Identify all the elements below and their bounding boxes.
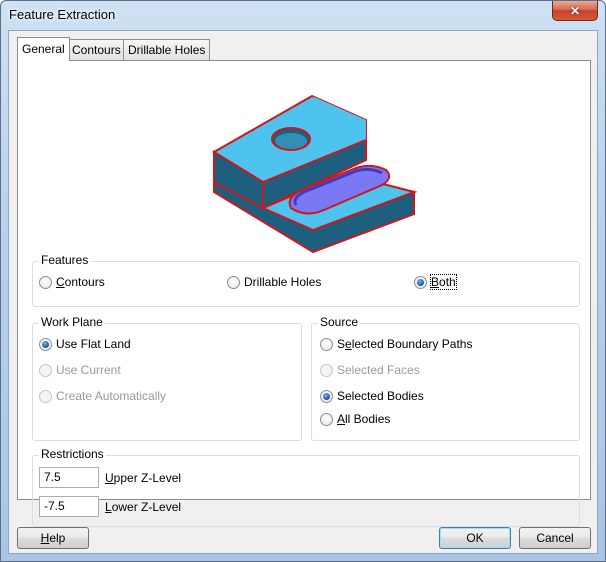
radio-selected-faces[interactable]: Selected Faces bbox=[320, 363, 420, 377]
tab-contours[interactable]: Contours bbox=[67, 39, 126, 60]
radio-indicator[interactable] bbox=[320, 389, 333, 403]
radio-create-automatically[interactable]: Create Automatically bbox=[39, 389, 166, 403]
radio-indicator[interactable] bbox=[39, 389, 52, 403]
radio-label: Drillable Holes bbox=[244, 275, 322, 289]
window-title: Feature Extraction bbox=[9, 7, 116, 22]
radio-indicator[interactable] bbox=[320, 363, 333, 377]
close-button[interactable]: ✕ bbox=[552, 1, 598, 21]
features-group: Features Contours Drillable Holes Both bbox=[32, 253, 580, 307]
title-bar[interactable]: Feature Extraction ✕ bbox=[1, 1, 605, 31]
help-button[interactable]: Help bbox=[17, 527, 89, 549]
radio-label: Selected Faces bbox=[337, 363, 420, 377]
radio-label: Both bbox=[430, 274, 457, 290]
tab-general[interactable]: General bbox=[17, 37, 70, 61]
radio-indicator[interactable] bbox=[39, 337, 52, 351]
restrictions-group: Restrictions 7.5 Upper Z-Level -7.5 Lowe… bbox=[32, 447, 580, 527]
tab-drillable-holes[interactable]: Drillable Holes bbox=[123, 39, 211, 60]
radio-use-current[interactable]: Use Current bbox=[39, 363, 121, 377]
radio-label: All Bodies bbox=[337, 412, 391, 426]
ok-button[interactable]: OK bbox=[439, 527, 511, 549]
radio-selected-bodies[interactable]: Selected Bodies bbox=[320, 389, 424, 403]
radio-use-flat-land[interactable]: Use Flat Land bbox=[39, 337, 131, 351]
dialog-window: Feature Extraction ✕ General Contours Dr… bbox=[0, 0, 606, 562]
radio-indicator[interactable] bbox=[227, 275, 240, 289]
cancel-button[interactable]: Cancel bbox=[519, 527, 591, 549]
3d-part-preview-icon bbox=[212, 94, 418, 254]
radio-label: Contours bbox=[56, 275, 105, 289]
general-tab-panel: Features Contours Drillable Holes Both W… bbox=[17, 60, 591, 527]
features-group-label: Features bbox=[39, 253, 91, 267]
source-group-label: Source bbox=[318, 315, 361, 329]
radio-all-bodies[interactable]: All Bodies bbox=[320, 412, 390, 426]
lower-z-level-label: Lower Z-Level bbox=[105, 500, 182, 514]
close-icon: ✕ bbox=[569, 3, 581, 18]
radio-both[interactable]: Both bbox=[414, 274, 457, 290]
work-plane-group-label: Work Plane bbox=[39, 315, 105, 329]
radio-indicator[interactable] bbox=[320, 337, 333, 351]
source-group: Source Selected Boundary Paths Selected … bbox=[311, 315, 580, 441]
radio-contours[interactable]: Contours bbox=[39, 275, 105, 289]
radio-indicator[interactable] bbox=[414, 275, 427, 289]
dialog-client-area: General Contours Drillable Holes Feature… bbox=[8, 30, 598, 554]
radio-label: Selected Boundary Paths bbox=[337, 337, 473, 351]
radio-label: Create Automatically bbox=[56, 389, 167, 403]
radio-selected-boundary-paths[interactable]: Selected Boundary Paths bbox=[320, 337, 472, 351]
upper-z-level-label: Upper Z-Level bbox=[105, 471, 182, 485]
ok-button-label: OK bbox=[466, 531, 484, 545]
radio-label: Selected Bodies bbox=[337, 389, 424, 403]
restrictions-group-label: Restrictions bbox=[39, 447, 106, 461]
cancel-button-label: Cancel bbox=[536, 531, 574, 545]
tab-label: Drillable Holes bbox=[128, 43, 206, 57]
upper-z-level-input[interactable]: 7.5 bbox=[39, 467, 99, 488]
radio-indicator[interactable] bbox=[320, 412, 333, 426]
lower-z-level-input[interactable]: -7.5 bbox=[39, 496, 99, 517]
work-plane-group: Work Plane Use Flat Land Use Current Cre… bbox=[32, 315, 302, 441]
radio-drillable-holes[interactable]: Drillable Holes bbox=[227, 275, 321, 289]
radio-label: Use Current bbox=[56, 363, 121, 377]
tab-label: General bbox=[22, 42, 65, 56]
radio-indicator[interactable] bbox=[39, 275, 52, 289]
radio-label: Use Flat Land bbox=[56, 337, 131, 351]
tab-label: Contours bbox=[72, 43, 121, 57]
help-button-label: Help bbox=[40, 531, 66, 545]
radio-indicator[interactable] bbox=[39, 363, 52, 377]
